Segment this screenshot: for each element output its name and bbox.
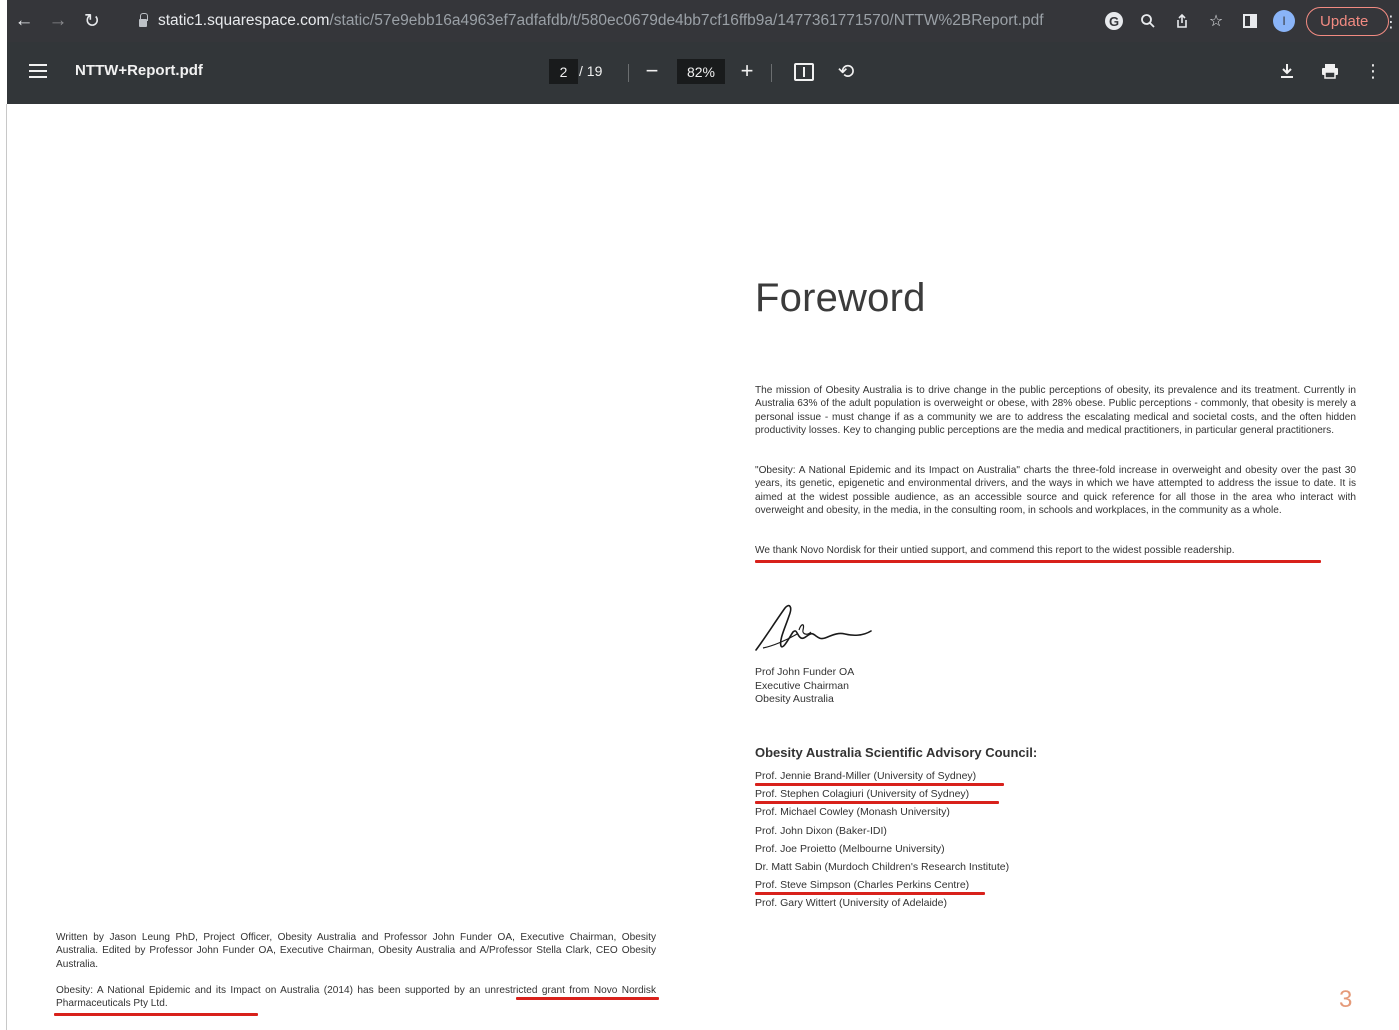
toolbar-divider xyxy=(628,64,629,82)
page-number: 3 xyxy=(1339,986,1353,1013)
page-total: / 19 xyxy=(579,63,603,79)
url-host: static1.squarespace.com xyxy=(158,12,330,29)
menu-icon[interactable] xyxy=(29,64,47,78)
browser-toolbar: ← → ↻ static1.squarespace.com/static/57e… xyxy=(7,0,1399,42)
list-item: Prof. Joe Proietto (Melbourne University… xyxy=(755,842,945,855)
browser-menu-icon[interactable]: ⋮ xyxy=(1383,12,1399,32)
red-underline-annotation xyxy=(755,801,999,804)
pdf-page xyxy=(7,104,1399,1030)
zoom-level-input[interactable]: 82% xyxy=(677,59,725,84)
bookmark-star-icon[interactable]: ☆ xyxy=(1199,6,1233,36)
council-heading: Obesity Australia Scientific Advisory Co… xyxy=(755,745,1038,760)
list-item: Prof. John Dixon (Baker-IDI) xyxy=(755,824,887,837)
signatory-role: Executive Chairman xyxy=(755,679,849,692)
red-underline-annotation xyxy=(755,783,1004,786)
more-options-icon[interactable]: ⋮ xyxy=(1358,56,1388,86)
zoom-out-icon[interactable]: − xyxy=(637,56,667,86)
fit-page-icon[interactable] xyxy=(794,63,814,81)
profile-avatar[interactable]: I xyxy=(1267,6,1301,36)
back-arrow-icon[interactable]: ← xyxy=(7,0,41,42)
url-path: /static/57e9ebb16a4963ef7adfafdb/t/580ec… xyxy=(329,12,1044,29)
google-lens-icon[interactable]: G xyxy=(1097,6,1131,36)
viewer-edge xyxy=(6,104,7,1030)
red-underline-annotation xyxy=(755,560,1321,563)
red-underline-annotation xyxy=(516,997,659,1000)
page-heading: Foreword xyxy=(755,276,926,320)
lock-icon[interactable] xyxy=(132,6,154,36)
toolbar-divider xyxy=(771,64,772,82)
zoom-magnifier-icon[interactable] xyxy=(1131,6,1165,36)
credits-paragraph: Written by Jason Leung PhD, Project Offi… xyxy=(56,932,656,970)
print-icon[interactable] xyxy=(1315,56,1345,86)
rotate-icon[interactable]: ⟲ xyxy=(831,56,861,86)
page-number-input[interactable]: 2 xyxy=(549,59,578,84)
red-underline-annotation xyxy=(755,892,985,895)
share-icon[interactable] xyxy=(1165,6,1199,36)
pdf-toolbar: NTTW+Report.pdf 2 / 19 − 82% + ⟲ ⋮ xyxy=(7,42,1399,104)
side-panel-icon[interactable] xyxy=(1233,6,1267,36)
update-button[interactable]: Update xyxy=(1306,7,1390,36)
signatory-block: Prof John Funder OA Executive Chairman O… xyxy=(755,666,854,707)
reload-icon[interactable]: ↻ xyxy=(75,0,109,42)
forward-arrow-icon[interactable]: → xyxy=(41,0,75,42)
zoom-in-icon[interactable]: + xyxy=(732,56,762,86)
browser-action-icons: G ☆ I xyxy=(1097,6,1301,36)
foreword-paragraph: The mission of Obesity Australia is to d… xyxy=(755,385,1356,437)
red-underline-annotation xyxy=(54,1013,258,1016)
list-item: Prof. Gary Wittert (University of Adelai… xyxy=(755,897,947,910)
signatory-org: Obesity Australia xyxy=(755,693,834,706)
signature-image xyxy=(755,604,872,651)
list-item: Prof. Michael Cowley (Monash University) xyxy=(755,806,950,819)
signatory-name: Prof John Funder OA xyxy=(755,666,855,678)
address-bar[interactable]: static1.squarespace.com/static/57e9ebb16… xyxy=(126,6,1096,36)
list-item: Dr. Matt Sabin (Murdoch Children's Resea… xyxy=(755,860,1010,873)
foreword-paragraph: "Obesity: A National Epidemic and its Im… xyxy=(755,465,1356,517)
document-title: NTTW+Report.pdf xyxy=(75,62,203,79)
thanks-paragraph: We thank Novo Nordisk for their untied s… xyxy=(755,545,1235,556)
download-icon[interactable] xyxy=(1272,56,1302,86)
